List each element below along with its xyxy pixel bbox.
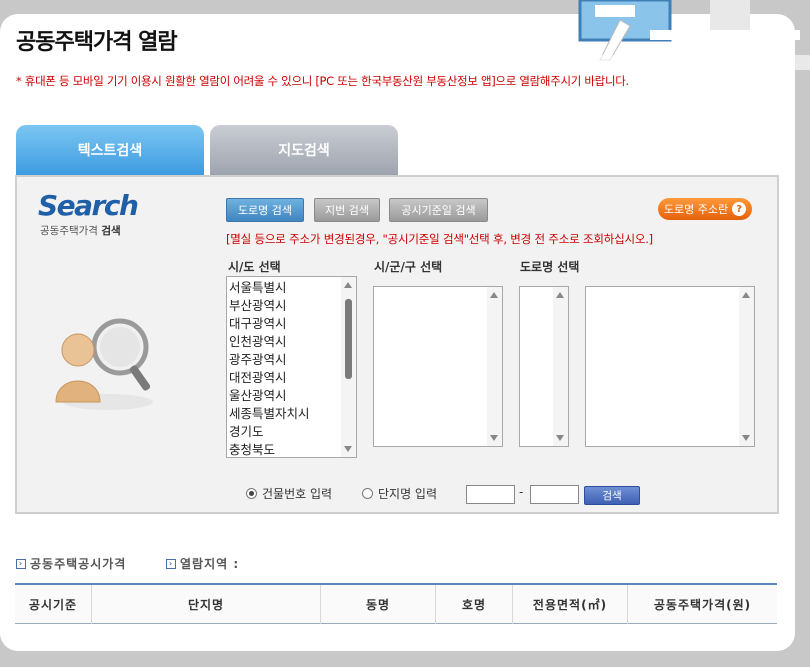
scroll-down-arrow-icon[interactable]: [344, 446, 352, 452]
building-number-radio[interactable]: 건물번호 입력: [246, 485, 332, 502]
sido-option[interactable]: 세종특별자치시: [229, 405, 310, 423]
address-change-note: [멸실 등으로 주소가 변경된경우, "공시기준일 검색"선택 후, 변경 전 …: [226, 231, 653, 247]
complex-name-radio-label: 단지명 입력: [378, 485, 437, 502]
radio-checked-icon[interactable]: [246, 488, 257, 499]
person-magnifier-illustration: [48, 312, 158, 412]
road-name-search-button[interactable]: 도로명 검색: [226, 198, 304, 222]
number-dash: -: [519, 485, 523, 499]
sido-option[interactable]: 인천광역시: [229, 333, 310, 351]
radio-unchecked-icon[interactable]: [362, 488, 373, 499]
price-section-label: › 공동주택공시가격: [16, 555, 126, 572]
tab-map-search[interactable]: 지도검색: [210, 125, 398, 175]
search-subtitle-b: 검색: [101, 225, 120, 237]
col-building: 동명: [321, 584, 436, 624]
sido-option[interactable]: 서울특별시: [229, 279, 310, 297]
page-title: 공동주택가격 열람: [16, 24, 177, 56]
sido-option[interactable]: 울산광역시: [229, 387, 310, 405]
scroll-up-arrow-icon[interactable]: [344, 282, 352, 288]
main-number-input[interactable]: [466, 485, 515, 504]
sido-option[interactable]: 부산광역시: [229, 297, 310, 315]
search-logo: Search: [38, 189, 137, 222]
search-subtitle-a: 공동주택가격: [40, 225, 98, 237]
sido-option[interactable]: 경기도: [229, 423, 310, 441]
building-number-radio-label: 건물번호 입력: [262, 485, 332, 502]
search-button[interactable]: 검색: [584, 486, 640, 505]
question-circle-icon: ?: [732, 202, 746, 216]
sigungu-label: 시/군/구 선택: [374, 258, 442, 275]
sido-option[interactable]: 대구광역시: [229, 315, 310, 333]
lot-number-search-button[interactable]: 지번 검색: [314, 198, 380, 222]
road-name-scrollbar[interactable]: [739, 287, 754, 446]
table-header-row: 공시기준 단지명 동명 호명 전용면적(㎡) 공동주택가격(원): [15, 584, 777, 624]
road-label: 도로명 선택: [520, 258, 579, 275]
scroll-up-arrow-icon[interactable]: [742, 292, 750, 298]
col-complex-name: 단지명: [92, 584, 321, 624]
sido-label: 시/도 선택: [228, 258, 281, 275]
scroll-up-arrow-icon[interactable]: [556, 292, 564, 298]
notice-date-search-button[interactable]: 공시기준일 검색: [389, 198, 488, 222]
sido-option[interactable]: 대전광역시: [229, 369, 310, 387]
header-illustration: [540, 0, 810, 70]
sido-options: 서울특별시부산광역시대구광역시인천광역시광주광역시대전광역시울산광역시세종특별자…: [229, 279, 310, 458]
search-logo-subtitle: 공동주택가격 검색: [40, 223, 121, 238]
scroll-down-arrow-icon[interactable]: [490, 435, 498, 441]
road-initial-scrollbar[interactable]: [553, 287, 568, 446]
road-address-info-label: 도로명 주소란: [664, 201, 728, 217]
road-name-select[interactable]: [585, 286, 755, 447]
sido-scrollbar[interactable]: [341, 277, 356, 457]
region-section-text: 열람지역 :: [180, 555, 239, 572]
road-initial-select[interactable]: [519, 286, 569, 447]
region-section-label: › 열람지역 :: [166, 555, 239, 572]
chevron-right-box-icon: ›: [16, 559, 26, 569]
col-unit: 호명: [436, 584, 513, 624]
scroll-down-arrow-icon[interactable]: [742, 435, 750, 441]
col-area: 전용면적(㎡): [513, 584, 628, 624]
mobile-notice: * 휴대폰 등 모바일 기기 이용시 원활한 열람이 어려울 수 있으니 [PC…: [16, 73, 629, 89]
price-section-text: 공동주택공시가격: [30, 555, 126, 572]
col-notice-base: 공시기준: [15, 584, 92, 624]
scroll-down-arrow-icon[interactable]: [556, 435, 564, 441]
complex-name-radio[interactable]: 단지명 입력: [362, 485, 437, 502]
sub-number-input[interactable]: [530, 485, 579, 504]
sido-select[interactable]: 서울특별시부산광역시대구광역시인천광역시광주광역시대전광역시울산광역시세종특별자…: [226, 276, 357, 458]
road-address-info-button[interactable]: 도로명 주소란 ?: [658, 198, 752, 220]
scroll-up-arrow-icon[interactable]: [490, 292, 498, 298]
col-price: 공동주택가격(원): [628, 584, 778, 624]
sido-option[interactable]: 충청북도: [229, 441, 310, 458]
sigungu-scrollbar[interactable]: [487, 287, 502, 446]
sido-option[interactable]: 광주광역시: [229, 351, 310, 369]
chevron-right-box-icon: ›: [166, 559, 176, 569]
sigungu-select[interactable]: [373, 286, 503, 447]
scroll-thumb[interactable]: [345, 299, 352, 379]
results-table: 공시기준 단지명 동명 호명 전용면적(㎡) 공동주택가격(원): [15, 583, 777, 624]
tab-text-search[interactable]: 텍스트검색: [16, 125, 204, 175]
